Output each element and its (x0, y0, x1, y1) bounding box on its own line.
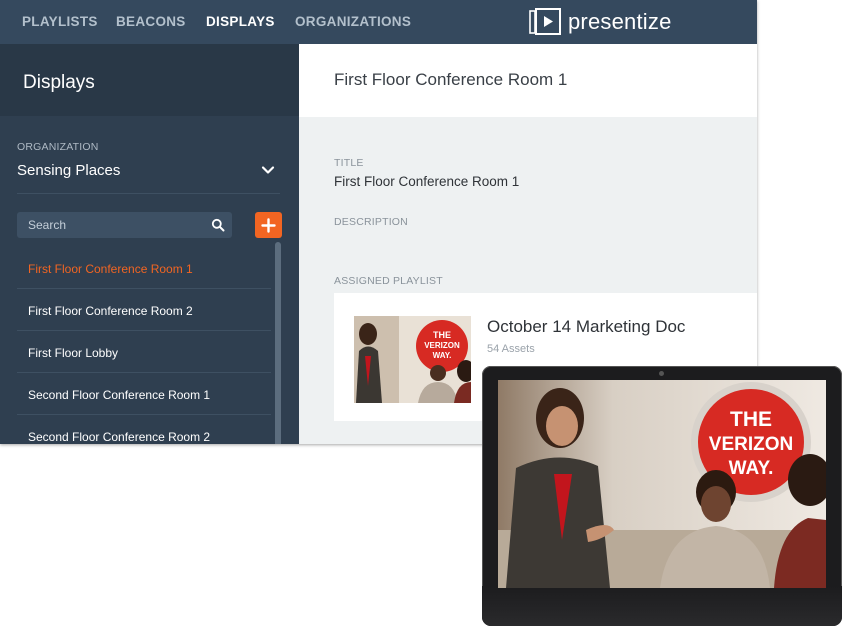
playlist-thumbnail: THE VERIZON WAY. (354, 316, 471, 403)
list-item-label: Second Floor Conference Room 2 (28, 430, 211, 444)
list-item[interactable]: Second Floor Conference Room 2 (17, 415, 271, 444)
camera-icon (659, 371, 664, 376)
description-label: DESCRIPTION (334, 216, 408, 228)
list-item-label: First Floor Conference Room 2 (28, 304, 193, 318)
search-icon[interactable] (211, 218, 225, 232)
sidebar-header: Displays (0, 44, 299, 116)
organization-label: ORGANIZATION (17, 141, 99, 153)
search-input[interactable]: Search (17, 212, 232, 238)
page-title: First Floor Conference Room 1 (334, 70, 568, 89)
divider (17, 193, 280, 194)
list-item[interactable]: Second Floor Conference Room 1 (17, 373, 271, 415)
list-item-label: First Floor Conference Room 1 (28, 262, 193, 276)
display-list: First Floor Conference Room 1 First Floo… (17, 247, 271, 444)
brand-logo[interactable]: presentize (528, 8, 671, 36)
sign-line: VERIZON (424, 341, 460, 350)
tablet-bezel (482, 586, 842, 626)
list-item[interactable]: First Floor Lobby (17, 331, 271, 373)
sign-line: WAY. (729, 458, 774, 479)
nav-organizations[interactable]: ORGANIZATIONS (295, 14, 411, 29)
add-display-button[interactable] (255, 212, 282, 238)
sidebar-scrollbar[interactable] (275, 242, 281, 444)
sign-line: VERIZON (709, 434, 793, 455)
tablet-screen: THE VERIZON WAY. (498, 380, 826, 588)
sign-line: THE (730, 408, 772, 431)
sidebar: Displays ORGANIZATION Sensing Places Sea… (0, 44, 299, 444)
sidebar-title: Displays (23, 72, 95, 93)
plus-icon (261, 218, 276, 233)
list-item[interactable]: First Floor Conference Room 1 (17, 247, 271, 289)
tablet-device: THE VERIZON WAY. (482, 366, 842, 626)
top-navigation: PLAYLISTS BEACONS DISPLAYS ORGANIZATIONS… (0, 0, 757, 44)
chevron-down-icon[interactable] (261, 163, 275, 177)
playlist-asset-count: 54 Assets (487, 343, 535, 355)
playlist-name[interactable]: October 14 Marketing Doc (487, 317, 685, 337)
title-label: TITLE (334, 157, 364, 169)
search-placeholder: Search (28, 218, 67, 232)
photo-image: THE VERIZON WAY. (498, 380, 826, 588)
play-window-icon (529, 8, 561, 35)
organization-select[interactable]: Sensing Places (17, 162, 120, 179)
list-item-label: First Floor Lobby (28, 346, 119, 360)
list-item-label: Second Floor Conference Room 1 (28, 388, 211, 402)
assigned-playlist-label: ASSIGNED PLAYLIST (334, 275, 443, 287)
title-value[interactable]: First Floor Conference Room 1 (334, 174, 519, 189)
nav-playlists[interactable]: PLAYLISTS (22, 14, 98, 29)
brand-name: presentize (568, 9, 672, 34)
list-item[interactable]: First Floor Conference Room 2 (17, 289, 271, 331)
nav-beacons[interactable]: BEACONS (116, 14, 186, 29)
sign-line: WAY. (433, 351, 452, 360)
nav-displays[interactable]: DISPLAYS (206, 14, 275, 29)
photo-thumbnail-image: THE VERIZON WAY. (354, 316, 471, 403)
sign-line: THE (433, 330, 451, 340)
main-header: First Floor Conference Room 1 (299, 44, 757, 117)
